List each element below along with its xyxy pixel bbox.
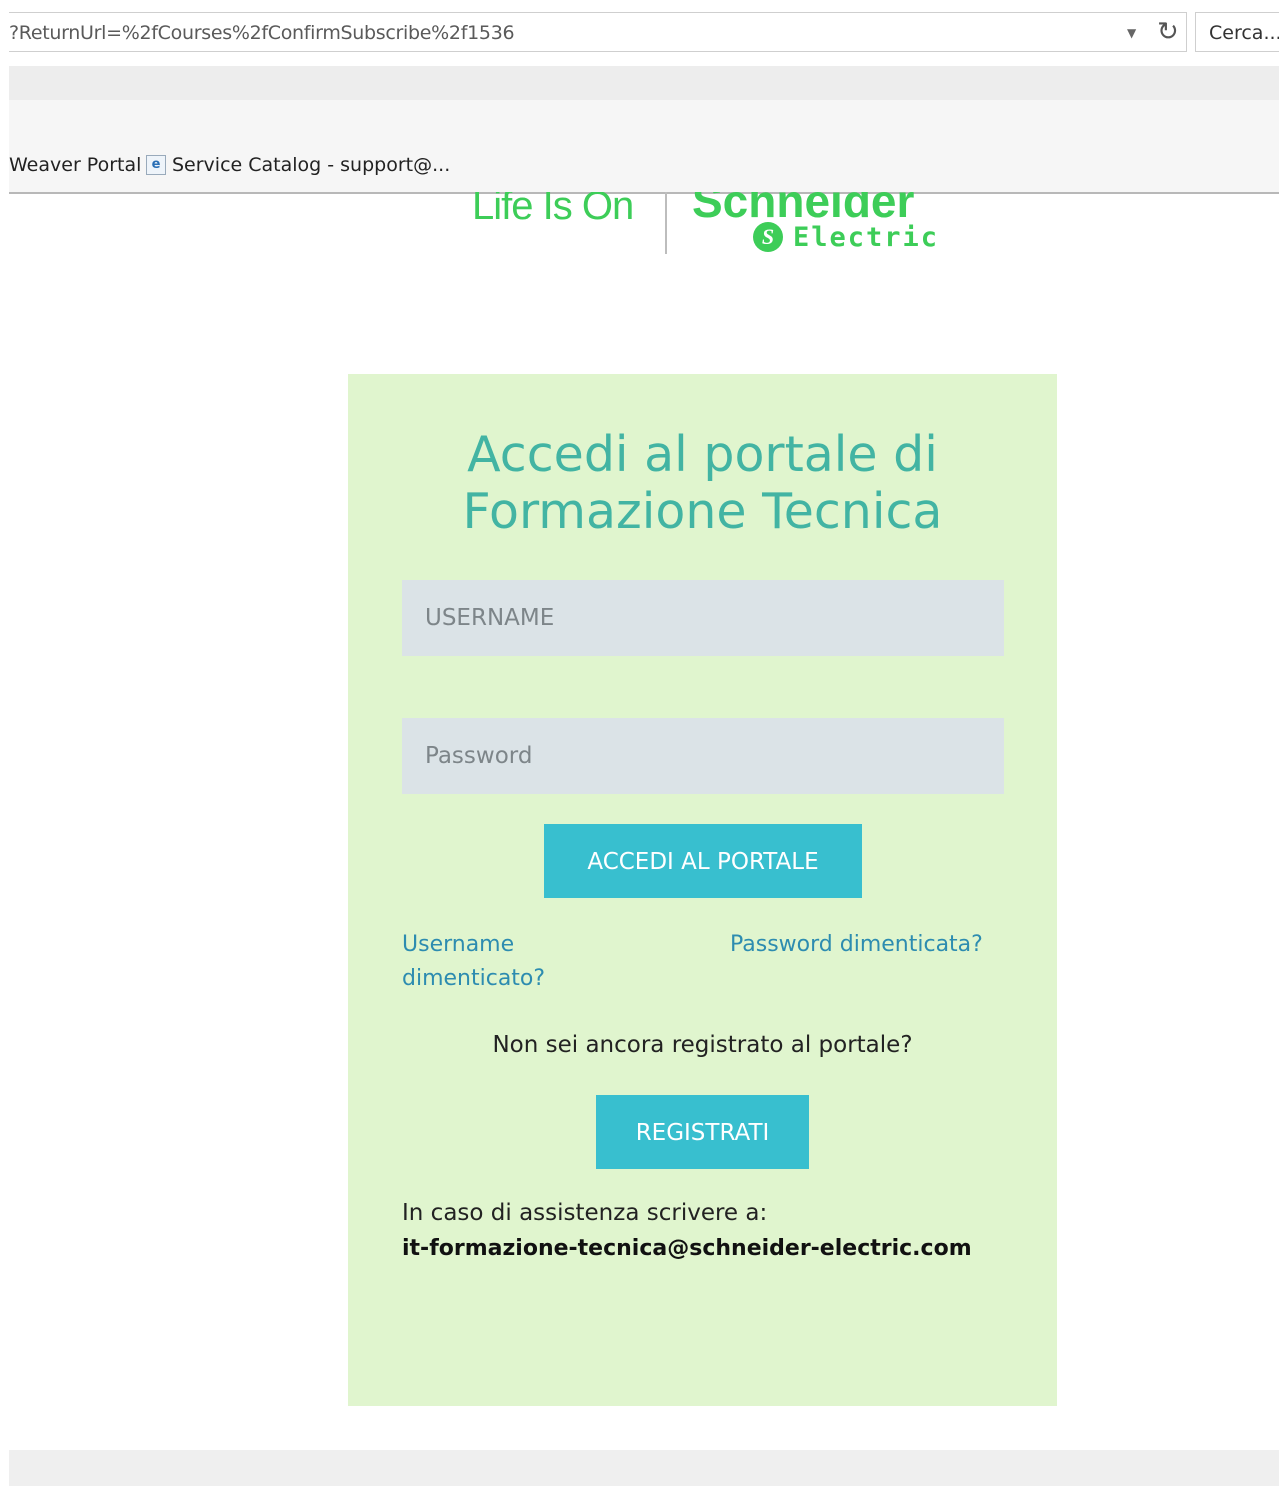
logo-brand-sub: Electric — [793, 222, 940, 253]
url-text[interactable]: ?ReturnUrl=%2fCourses%2fConfirmSubscribe… — [9, 22, 515, 44]
search-placeholder: Cerca... — [1209, 22, 1279, 44]
logo-divider — [665, 192, 667, 254]
password-input[interactable] — [402, 718, 1004, 794]
favorites-bar: Weaver Portal e Service Catalog - suppor… — [9, 100, 1279, 194]
schneider-logo: Life Is On Schneider S Electric — [470, 192, 940, 256]
forgot-password-link[interactable]: Password dimenticata? — [730, 928, 983, 962]
register-button[interactable]: REGISTRATI — [596, 1095, 809, 1169]
login-button[interactable]: ACCEDI AL PORTALE — [544, 824, 862, 898]
dropdown-arrow-icon[interactable]: ▼ — [1127, 26, 1136, 40]
favorite-weaver-portal[interactable]: Weaver Portal — [9, 154, 141, 176]
ie-page-icon: e — [146, 155, 166, 175]
favorite-service-catalog-label: Service Catalog - support@... — [172, 154, 451, 176]
title-line-2: Formazione Tecnica — [462, 483, 943, 540]
support-text: In caso di assistenza scrivere a: — [402, 1200, 768, 1226]
browser-search-box[interactable]: Cerca... — [1195, 12, 1279, 52]
username-input[interactable] — [402, 580, 1004, 656]
title-line-1: Accedi al portale di — [467, 426, 938, 483]
logo-tagline: Life Is On — [472, 192, 634, 228]
page-title: Accedi al portale di Formazione Tecnica — [348, 426, 1057, 540]
address-bar[interactable]: ?ReturnUrl=%2fCourses%2fConfirmSubscribe… — [9, 12, 1187, 52]
support-email: it-formazione-tecnica@schneider-electric… — [402, 1236, 972, 1261]
footer-bar — [9, 1450, 1279, 1486]
refresh-icon[interactable]: ↻ — [1157, 17, 1179, 47]
login-card: Accedi al portale di Formazione Tecnica … — [348, 374, 1057, 1406]
favorite-service-catalog[interactable]: e Service Catalog - support@... — [146, 154, 450, 176]
browser-toolbar — [9, 66, 1279, 100]
forgot-username-link[interactable]: Username dimenticato? — [402, 928, 572, 996]
register-prompt: Non sei ancora registrato al portale? — [492, 1032, 913, 1058]
